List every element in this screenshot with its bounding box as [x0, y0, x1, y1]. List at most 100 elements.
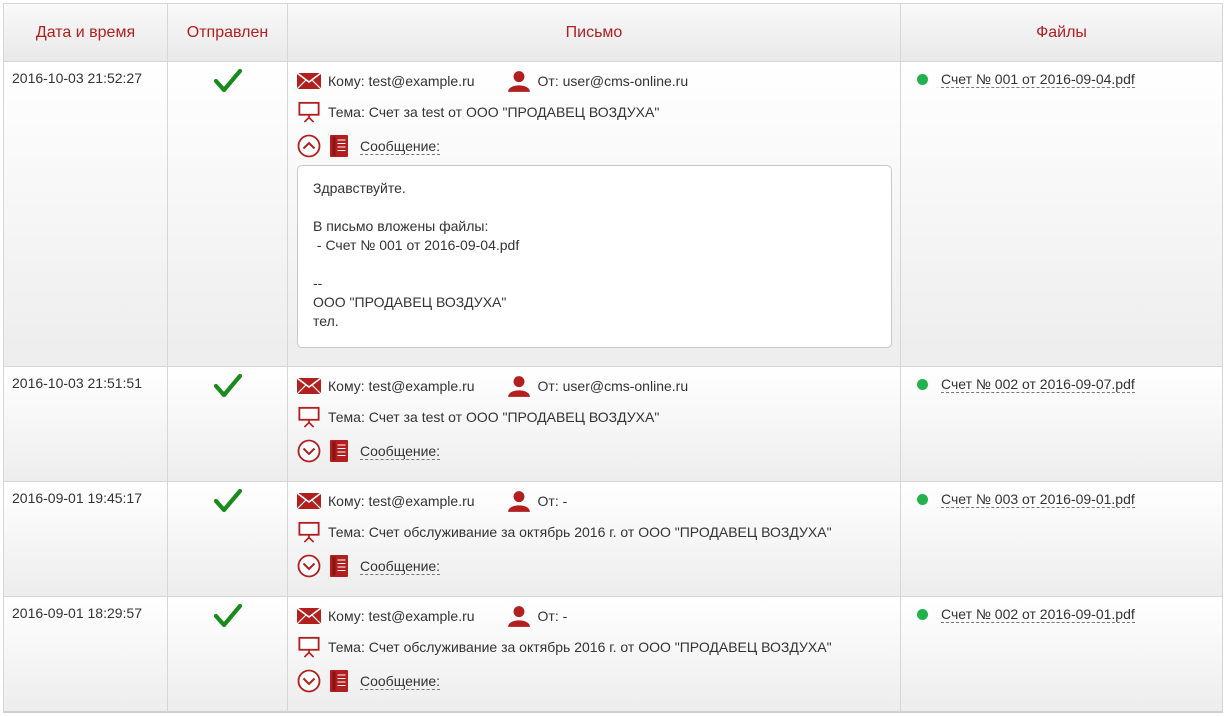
status-dot-icon — [917, 494, 928, 505]
to-field: Кому: test@example.ru — [328, 493, 475, 509]
files-cell: Счет № 002 от 2016-09-01.pdf — [900, 597, 1222, 711]
check-icon — [214, 603, 242, 629]
recipients-line: Кому: test@example.ru От: - — [297, 490, 567, 512]
message-text-line: -- — [313, 275, 323, 291]
file-item: Счет № 003 от 2016-09-01.pdf — [917, 491, 1135, 508]
recipients-line: Кому: test@example.ru От: user@cms-onlin… — [297, 375, 688, 397]
envelope-icon — [297, 490, 321, 512]
check-icon — [214, 488, 242, 514]
date-cell: 2016-10-03 21:52:27 — [4, 62, 167, 366]
column-header-letter[interactable]: Письмо — [287, 4, 900, 61]
collapse-icon[interactable] — [297, 134, 321, 158]
files-cell: Счет № 001 от 2016-09-04.pdf — [900, 62, 1222, 366]
file-link[interactable]: Счет № 003 от 2016-09-01.pdf — [941, 491, 1135, 508]
file-link[interactable]: Счет № 002 от 2016-09-01.pdf — [941, 606, 1135, 623]
file-link[interactable]: Счет № 001 от 2016-09-04.pdf — [941, 71, 1135, 88]
message-text-line — [313, 255, 876, 274]
column-header-date[interactable]: Дата и время — [4, 4, 167, 61]
from-field: От: - — [537, 493, 568, 509]
table-row: 2016-10-03 21:51:51 Кому: test@example.r… — [4, 366, 1222, 481]
recipients-line: Кому: test@example.ru От: - — [297, 605, 567, 627]
sent-cell — [167, 62, 287, 366]
presentation-board-icon — [297, 406, 321, 428]
file-item: Счет № 001 от 2016-09-04.pdf — [917, 71, 1135, 88]
from-field: От: - — [537, 608, 568, 624]
column-header-files[interactable]: Файлы — [900, 4, 1222, 61]
expand-icon[interactable] — [297, 439, 321, 463]
envelope-icon — [297, 605, 321, 627]
sent-cell — [167, 482, 287, 596]
from-group: От: - — [507, 490, 568, 512]
date-cell: 2016-09-01 18:29:57 — [4, 597, 167, 711]
message-text-line: ООО "ПРОДАВЕЦ ВОЗДУХА" — [313, 294, 507, 310]
sent-cell — [167, 597, 287, 711]
message-body: Здравствуйте. В письмо вложены файлы: - … — [297, 165, 892, 348]
letter-cell: Кому: test@example.ru От: user@cms-onlin… — [287, 62, 900, 366]
subject-line: Тема: Счет за test от ООО "ПРОДАВЕЦ ВОЗД… — [297, 406, 659, 428]
message-toggle-link[interactable]: Сообщение: — [360, 138, 441, 155]
message-text-line: тел. — [313, 313, 339, 329]
file-link[interactable]: Счет № 002 от 2016-09-07.pdf — [941, 376, 1135, 393]
document-icon — [330, 440, 348, 462]
from-field: От: user@cms-online.ru — [537, 73, 689, 89]
table-row: 2016-09-01 18:29:57 Кому: test@example.r… — [4, 596, 1222, 711]
table-header: Дата и время Отправлен Письмо Файлы — [4, 4, 1222, 61]
recipients-line: Кому: test@example.ru От: user@cms-onlin… — [297, 70, 688, 92]
message-line: Сообщение: — [297, 134, 441, 158]
subject-field: Тема: Счет за test от ООО "ПРОДАВЕЦ ВОЗД… — [328, 409, 660, 425]
date-time: 2016-09-01 19:45:17 — [12, 490, 142, 506]
user-icon — [507, 70, 531, 92]
expand-icon[interactable] — [297, 669, 321, 693]
message-toggle-link[interactable]: Сообщение: — [360, 673, 441, 690]
files-cell: Счет № 002 от 2016-09-07.pdf — [900, 367, 1222, 481]
subject-field: Тема: Счет обслуживание за октябрь 2016 … — [328, 639, 832, 655]
status-dot-icon — [917, 379, 928, 390]
message-text-line: В письмо вложены файлы: — [313, 218, 489, 234]
date-cell: 2016-10-03 21:51:51 — [4, 367, 167, 481]
subject-field: Тема: Счет обслуживание за октябрь 2016 … — [328, 524, 832, 540]
date-time: 2016-10-03 21:51:51 — [12, 375, 142, 391]
presentation-board-icon — [297, 101, 321, 123]
to-field: Кому: test@example.ru — [328, 378, 475, 394]
document-icon — [330, 135, 348, 157]
message-toggle-link[interactable]: Сообщение: — [360, 558, 441, 575]
to-field: Кому: test@example.ru — [328, 73, 475, 89]
from-group: От: user@cms-online.ru — [507, 70, 689, 92]
check-icon — [214, 373, 242, 399]
to-field: Кому: test@example.ru — [328, 608, 475, 624]
date-cell: 2016-09-01 19:45:17 — [4, 482, 167, 596]
presentation-board-icon — [297, 636, 321, 658]
message-text-line: Здравствуйте. — [313, 180, 406, 196]
file-item: Счет № 002 от 2016-09-01.pdf — [917, 606, 1135, 623]
subject-line: Тема: Счет обслуживание за октябрь 2016 … — [297, 521, 832, 543]
message-line: Сообщение: — [297, 554, 441, 578]
letter-cell: Кому: test@example.ru От: user@cms-onlin… — [287, 367, 900, 481]
subject-line: Тема: Счет обслуживание за октябрь 2016 … — [297, 636, 832, 658]
expand-icon[interactable] — [297, 554, 321, 578]
table-row: 2016-10-03 21:52:27 Кому: test@example.r… — [4, 61, 1222, 366]
table-row: 2016-09-01 19:45:17 Кому: test@example.r… — [4, 481, 1222, 596]
date-time: 2016-09-01 18:29:57 — [12, 605, 142, 621]
date-time: 2016-10-03 21:52:27 — [12, 70, 142, 86]
column-header-sent[interactable]: Отправлен — [167, 4, 287, 61]
user-icon — [507, 490, 531, 512]
envelope-icon — [297, 70, 321, 92]
message-text-line — [313, 198, 876, 217]
file-item: Счет № 002 от 2016-09-07.pdf — [917, 376, 1135, 393]
sent-cell — [167, 367, 287, 481]
message-line: Сообщение: — [297, 669, 441, 693]
status-dot-icon — [917, 609, 928, 620]
files-cell: Счет № 003 от 2016-09-01.pdf — [900, 482, 1222, 596]
letter-cell: Кому: test@example.ru От: - Тема: Счет о… — [287, 597, 900, 711]
from-field: От: user@cms-online.ru — [537, 378, 689, 394]
message-toggle-link[interactable]: Сообщение: — [360, 443, 441, 460]
status-dot-icon — [917, 74, 928, 85]
message-text-line: - Счет № 001 от 2016-09-04.pdf — [313, 237, 520, 253]
email-log-table: Дата и время Отправлен Письмо Файлы 2016… — [3, 3, 1223, 713]
document-icon — [330, 555, 348, 577]
from-group: От: - — [507, 605, 568, 627]
from-group: От: user@cms-online.ru — [507, 375, 689, 397]
check-icon — [214, 68, 242, 94]
document-icon — [330, 670, 348, 692]
message-line: Сообщение: — [297, 439, 441, 463]
